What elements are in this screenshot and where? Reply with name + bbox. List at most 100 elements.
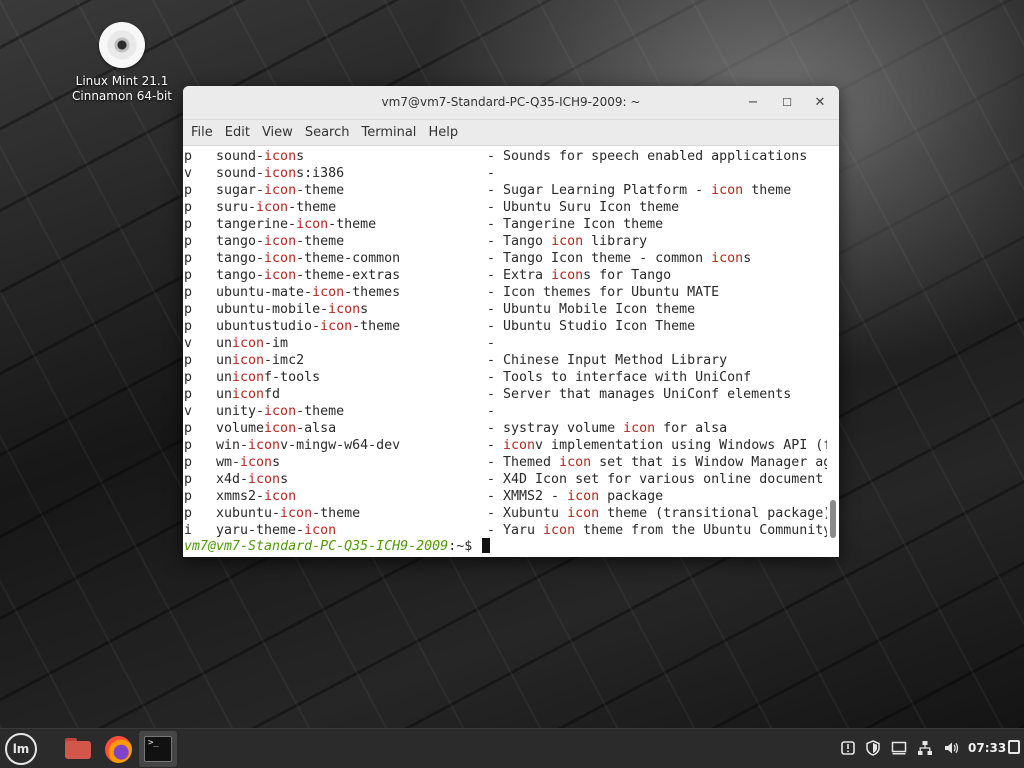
- package-description: - Icon themes for Ubuntu MATE: [487, 285, 720, 300]
- package-name: sound-icons: [216, 149, 305, 164]
- firefox-globe-shape: [105, 736, 132, 763]
- package-state-flag: v: [184, 336, 193, 351]
- package-state-flag: p: [184, 506, 193, 521]
- package-description: - Chinese Input Method Library: [487, 353, 728, 368]
- scrollbar-thumb[interactable]: [830, 500, 836, 538]
- package-state-flag: p: [184, 387, 193, 402]
- package-description: - Sounds for speech enabled applications: [487, 149, 808, 164]
- package-state-flag: p: [184, 149, 193, 164]
- package-description: -: [487, 336, 504, 351]
- terminal-icon[interactable]: >_: [139, 731, 177, 767]
- package-state-flag: p: [184, 370, 193, 385]
- package-description: - systray volume icon for alsa: [487, 421, 728, 436]
- package-name: uniconfd: [216, 387, 281, 402]
- package-state-flag: p: [184, 200, 193, 215]
- maximize-button[interactable]: ☐: [777, 93, 797, 113]
- package-description: - iconv implementation using Windows API…: [487, 438, 827, 453]
- package-description: - Tango icon library: [487, 234, 648, 249]
- package-name: uniconf-tools: [216, 370, 321, 385]
- package-name: win-iconv-mingw-w64-dev: [216, 438, 401, 453]
- package-description: - Server that manages UniConf elements: [487, 387, 792, 402]
- package-name: unicon-imc2: [216, 353, 305, 368]
- prompt-user: vm7@vm7-Standard-PC-Q35-ICH9-2009: [184, 539, 449, 554]
- package-name: tangerine-icon-theme: [216, 217, 377, 232]
- package-state-flag: p: [184, 234, 193, 249]
- package-state-flag: i: [184, 523, 193, 538]
- package-state-flag: v: [184, 404, 193, 419]
- package-state-flag: p: [184, 217, 193, 232]
- menu-file[interactable]: File: [187, 125, 221, 140]
- desktop-icon-install-disc[interactable]: Linux Mint 21.1 Cinnamon 64-bit: [62, 22, 182, 104]
- clock[interactable]: 07:33: [968, 741, 1006, 755]
- network-icon[interactable]: [917, 740, 933, 756]
- package-name: ubuntustudio-icon-theme: [216, 319, 401, 334]
- package-description: - Extra icons for Tango: [487, 268, 672, 283]
- package-state-flag: p: [184, 319, 193, 334]
- firefox-icon[interactable]: [102, 733, 134, 765]
- package-description: - Yaru icon theme from the Ubuntu Commun…: [487, 523, 827, 538]
- package-state-flag: p: [184, 285, 193, 300]
- package-description: - Tools to interface with UniConf: [487, 370, 752, 385]
- minimize-button[interactable]: −: [743, 93, 763, 113]
- package-description: - Ubuntu Mobile Icon theme: [487, 302, 696, 317]
- menu-edit[interactable]: Edit: [221, 125, 258, 140]
- volume-icon[interactable]: [943, 740, 959, 756]
- linux-mint-menu-icon[interactable]: lm: [5, 733, 37, 765]
- package-name: xubuntu-icon-theme: [216, 506, 361, 521]
- package-name: yaru-theme-icon: [216, 523, 337, 538]
- disc-icon: [99, 22, 145, 68]
- package-state-flag: p: [184, 472, 193, 487]
- package-name: tango-icon-theme-common: [216, 251, 401, 266]
- terminal-icon-glyph: >_: [144, 736, 172, 762]
- package-name: tango-icon-theme-extras: [216, 268, 401, 283]
- shield-icon[interactable]: [865, 740, 881, 756]
- menu-view[interactable]: View: [258, 125, 301, 140]
- package-name: unity-icon-theme: [216, 404, 345, 419]
- desktop-background: Linux Mint 21.1 Cinnamon 64-bit vm7@vm7-…: [0, 0, 1024, 728]
- package-description: - Ubuntu Suru Icon theme: [487, 200, 680, 215]
- terminal-window[interactable]: vm7@vm7-Standard-PC-Q35-ICH9-2009: ~ − ☐…: [183, 86, 839, 557]
- package-name: volumeicon-alsa: [216, 421, 337, 436]
- package-name: ubuntu-mate-icon-themes: [216, 285, 401, 300]
- scrollbar[interactable]: [827, 147, 839, 557]
- package-description: - X4D Icon set for various online docume…: [487, 472, 827, 487]
- package-name: wm-icons: [216, 455, 281, 470]
- package-description: -: [487, 166, 504, 181]
- package-state-flag: p: [184, 455, 193, 470]
- package-state-flag: p: [184, 268, 193, 283]
- package-name: sugar-icon-theme: [216, 183, 345, 198]
- package-state-flag: v: [184, 166, 193, 181]
- package-description: -: [487, 404, 504, 419]
- package-state-flag: p: [184, 489, 193, 504]
- package-description: - Tangerine Icon theme: [487, 217, 664, 232]
- package-state-flag: p: [184, 183, 193, 198]
- window-titlebar[interactable]: vm7@vm7-Standard-PC-Q35-ICH9-2009: ~ − ☐…: [183, 86, 839, 120]
- files-icon[interactable]: [62, 733, 94, 765]
- package-name: x4d-icons: [216, 472, 289, 487]
- package-state-flag: p: [184, 421, 193, 436]
- bottom-panel: lm >_ 07:33: [0, 728, 1024, 768]
- menubar: File Edit View Search Terminal Help: [183, 120, 839, 146]
- package-state-flag: p: [184, 438, 193, 453]
- package-state-flag: p: [184, 353, 193, 368]
- close-button[interactable]: ✕: [810, 93, 830, 113]
- folder-body-shape: [65, 741, 91, 759]
- menu-terminal[interactable]: Terminal: [357, 125, 424, 140]
- terminal-output[interactable]: p sound-icons - Sounds for speech enabled …: [183, 147, 827, 557]
- text-cursor: [482, 538, 491, 553]
- package-description: - Themed icon set that is Window Manager…: [487, 455, 827, 470]
- desktop-icon-label-line1: Linux Mint 21.1: [75, 74, 169, 88]
- menu-help[interactable]: Help: [424, 125, 466, 140]
- package-name: sound-icons:i386: [216, 166, 345, 181]
- show-desktop-icon[interactable]: [1008, 740, 1020, 754]
- package-description: - XMMS2 - icon package: [487, 489, 664, 504]
- window-title: vm7@vm7-Standard-PC-Q35-ICH9-2009: ~: [381, 95, 641, 109]
- prompt-suffix: :~$: [448, 539, 481, 554]
- package-description: - Tango Icon theme - common icons: [487, 251, 752, 266]
- display-icon[interactable]: [891, 740, 907, 756]
- package-state-flag: p: [184, 302, 193, 317]
- update-manager-icon[interactable]: [840, 740, 856, 756]
- menu-search[interactable]: Search: [301, 125, 358, 140]
- desktop-icon-label-line2: Cinnamon 64-bit: [72, 89, 172, 103]
- prompt-line[interactable]: vm7@vm7-Standard-PC-Q35-ICH9-2009:~$: [184, 538, 491, 555]
